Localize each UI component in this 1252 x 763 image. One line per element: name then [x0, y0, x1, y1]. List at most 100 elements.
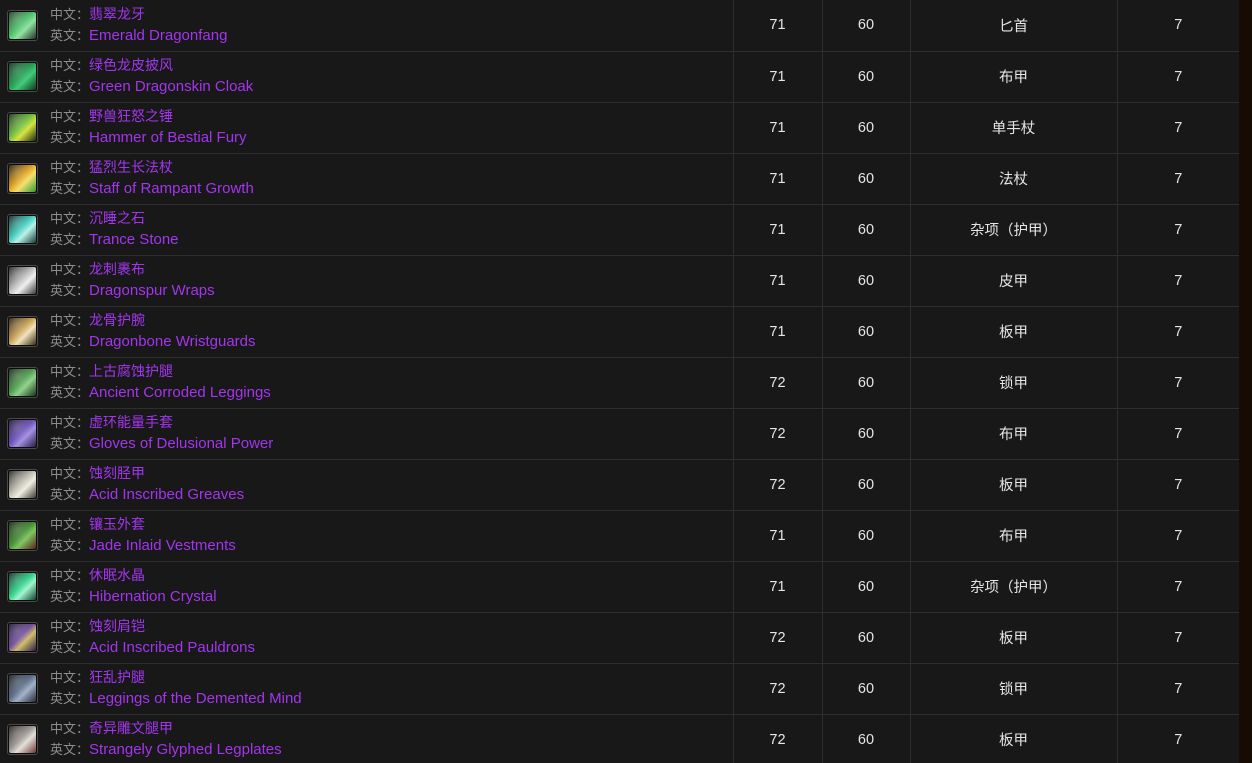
chinese-label: 中文：	[50, 210, 90, 226]
item-name-cell: 中文：龙刺裹布 英文：Dragonspur Wraps	[0, 255, 734, 307]
chinese-label: 中文：	[50, 414, 90, 430]
sword-emerald-dragonfang-icon[interactable]	[7, 9, 38, 41]
table-row[interactable]: 中文：绿色龙皮披风 英文：Green Dragonskin Cloak 71 60 布甲…	[0, 51, 1239, 103]
item-name-english: Dragonbone Wristguards	[89, 332, 256, 350]
table-row[interactable]: 中文：野兽狂怒之锤 英文：Hammer of Bestial Fury 71 60 单手…	[0, 102, 1239, 154]
item-name-cell: 中文：奇异雕文腿甲 英文：Strangely Glyphed Legplates	[0, 714, 734, 763]
table-row[interactable]: 中文：狂乱护腿 英文：Leggings of the Demented Mind 7…	[0, 663, 1239, 715]
required-level-cell: 60	[822, 612, 911, 664]
required-level-cell: 60	[822, 561, 911, 613]
english-label: 英文：	[50, 588, 90, 604]
item-source-cell: 7	[1117, 204, 1239, 256]
required-level-cell: 60	[822, 408, 911, 460]
item-name-chinese: 翡翠龙牙	[89, 5, 146, 22]
page-right-gutter	[1239, 0, 1252, 763]
item-source-cell: 7	[1117, 306, 1239, 358]
item-name-english-line: 英文：Gloves of Delusional Power	[50, 433, 273, 454]
pauldrons-acid-inscribed-icon[interactable]	[7, 621, 38, 653]
vestments-jade-inlaid-icon[interactable]	[7, 519, 38, 551]
item-level-cell: 71	[733, 51, 823, 103]
mace-hammer-bestial-fury-icon[interactable]	[7, 111, 38, 143]
item-type-cell: 锁甲	[910, 357, 1118, 409]
item-name-chinese: 休眠水晶	[89, 566, 146, 583]
trance-stone-orb-icon[interactable]	[7, 213, 38, 245]
table-row[interactable]: 中文：沉睡之石 英文：Trance Stone 71 60 杂项（护甲） 7	[0, 204, 1239, 256]
item-type-cell: 布甲	[910, 510, 1118, 562]
item-source-cell: 7	[1117, 153, 1239, 205]
item-name-chinese: 狂乱护腿	[89, 668, 146, 685]
staff-rampant-growth-icon[interactable]	[7, 162, 38, 194]
item-name-english: Green Dragonskin Cloak	[89, 77, 254, 95]
chinese-label: 中文：	[50, 720, 90, 736]
chinese-label: 中文：	[50, 618, 90, 634]
item-level-cell: 72	[733, 459, 823, 511]
item-name-english-line: 英文：Dragonbone Wristguards	[50, 331, 256, 352]
item-name-chinese-line: 中文：狂乱护腿	[50, 668, 302, 688]
table-row[interactable]: 中文：蚀刻胫甲 英文：Acid Inscribed Greaves 72 60 板甲 7	[0, 459, 1239, 511]
required-level-cell: 60	[822, 357, 911, 409]
item-table-body: 中文：翡翠龙牙 英文：Emerald Dragonfang 71 60 匕首 7 中文：绿色…	[0, 0, 1239, 763]
item-level-cell: 71	[733, 306, 823, 358]
item-name-cell: 中文：翡翠龙牙 英文：Emerald Dragonfang	[0, 0, 734, 52]
item-name-english-line: 英文：Acid Inscribed Greaves	[50, 484, 244, 505]
table-row[interactable]: 中文：虚环能量手套 英文：Gloves of Delusional Power 72…	[0, 408, 1239, 460]
item-name-chinese-line: 中文：猛烈生长法杖	[50, 158, 254, 178]
wraps-dragonspur-icon[interactable]	[7, 264, 38, 296]
item-name-cell: 中文：蚀刻胫甲 英文：Acid Inscribed Greaves	[0, 459, 734, 511]
item-level-cell: 71	[733, 561, 823, 613]
english-label: 英文：	[50, 231, 90, 247]
item-name-chinese-line: 中文：上古腐蚀护腿	[50, 362, 271, 382]
required-level-cell: 60	[822, 663, 911, 715]
item-name-cell: 中文：休眠水晶 英文：Hibernation Crystal	[0, 561, 734, 613]
table-row[interactable]: 中文：龙骨护腕 英文：Dragonbone Wristguards 71 60 板甲 7	[0, 306, 1239, 358]
cloak-green-dragonskin-icon[interactable]	[7, 60, 38, 92]
table-row[interactable]: 中文：奇异雕文腿甲 英文：Strangely Glyphed Legplates 7…	[0, 714, 1239, 763]
item-type-cell: 布甲	[910, 408, 1118, 460]
chinese-label: 中文：	[50, 465, 90, 481]
table-row[interactable]: 中文：猛烈生长法杖 英文：Staff of Rampant Growth 71 60 法…	[0, 153, 1239, 205]
item-name-chinese-line: 中文：龙刺裹布	[50, 260, 215, 280]
item-type-cell: 法杖	[910, 153, 1118, 205]
item-type-cell: 单手杖	[910, 102, 1118, 154]
item-name-english-line: 英文：Acid Inscribed Pauldrons	[50, 637, 255, 658]
item-source-cell: 7	[1117, 0, 1239, 52]
item-name-cell: 中文：龙骨护腕 英文：Dragonbone Wristguards	[0, 306, 734, 358]
chinese-label: 中文：	[50, 159, 90, 175]
item-name-cell: 中文：蚀刻肩铠英文：Acid Inscribed Pauldrons	[0, 612, 734, 664]
item-name-chinese: 绿色龙皮披风	[89, 56, 174, 73]
english-label: 英文：	[50, 282, 90, 298]
legplates-strangely-glyphed-icon[interactable]	[7, 723, 38, 755]
table-row[interactable]: 中文：上古腐蚀护腿 英文：Ancient Corroded Leggings 72 6…	[0, 357, 1239, 409]
item-name-english: Hibernation Crystal	[89, 587, 217, 605]
item-source-cell: 7	[1117, 714, 1239, 763]
table-row[interactable]: 中文：蚀刻肩铠 英文：Acid Inscribed Pauldrons 72 60 板甲…	[0, 612, 1239, 664]
gloves-delusional-power-icon[interactable]	[7, 417, 38, 449]
item-source-cell: 7	[1117, 663, 1239, 715]
table-row[interactable]: 中文：镶玉外套 英文：Jade Inlaid Vestments 71 60 布甲 7	[0, 510, 1239, 562]
item-source-cell: 7	[1117, 255, 1239, 307]
table-row[interactable]: 中文：龙刺裹布 英文：Dragonspur Wraps 71 60 皮甲 7	[0, 255, 1239, 307]
required-level-cell: 60	[822, 153, 911, 205]
greaves-acid-inscribed-icon[interactable]	[7, 468, 38, 500]
hibernation-crystal-icon[interactable]	[7, 570, 38, 602]
item-name-cell: 中文：绿色龙皮披风 英文：Green Dragonskin Cloak	[0, 51, 734, 103]
item-list-page: 中文：翡翠龙牙 英文：Emerald Dragonfang 71 60 匕首 7 中文：绿色…	[0, 0, 1252, 763]
item-type-cell: 板甲	[910, 714, 1118, 763]
item-source-cell: 7	[1117, 510, 1239, 562]
item-name-english: Leggings of the Demented Mind	[89, 689, 302, 707]
leggings-ancient-corroded-icon[interactable]	[7, 366, 38, 398]
required-level-cell: 60	[822, 204, 911, 256]
leggings-demented-mind-icon[interactable]	[7, 672, 38, 704]
item-name-chinese-line: 中文：沉睡之石	[50, 209, 179, 229]
item-name-english-line: 英文：Jade Inlaid Vestments	[50, 535, 236, 556]
english-label: 英文：	[50, 435, 90, 451]
english-label: 英文：	[50, 129, 90, 145]
item-level-cell: 71	[733, 102, 823, 154]
chinese-label: 中文：	[50, 108, 90, 124]
item-name-chinese: 蚀刻肩铠	[89, 617, 146, 634]
item-name-english-line: 英文：Dragonspur Wraps	[50, 280, 215, 301]
english-label: 英文：	[50, 333, 90, 349]
table-row[interactable]: 中文：休眠水晶 英文：Hibernation Crystal 71 60 杂项（护甲） 7	[0, 561, 1239, 613]
wristguards-dragonbone-icon[interactable]	[7, 315, 38, 347]
table-row[interactable]: 中文：翡翠龙牙 英文：Emerald Dragonfang 71 60 匕首 7	[0, 0, 1239, 52]
